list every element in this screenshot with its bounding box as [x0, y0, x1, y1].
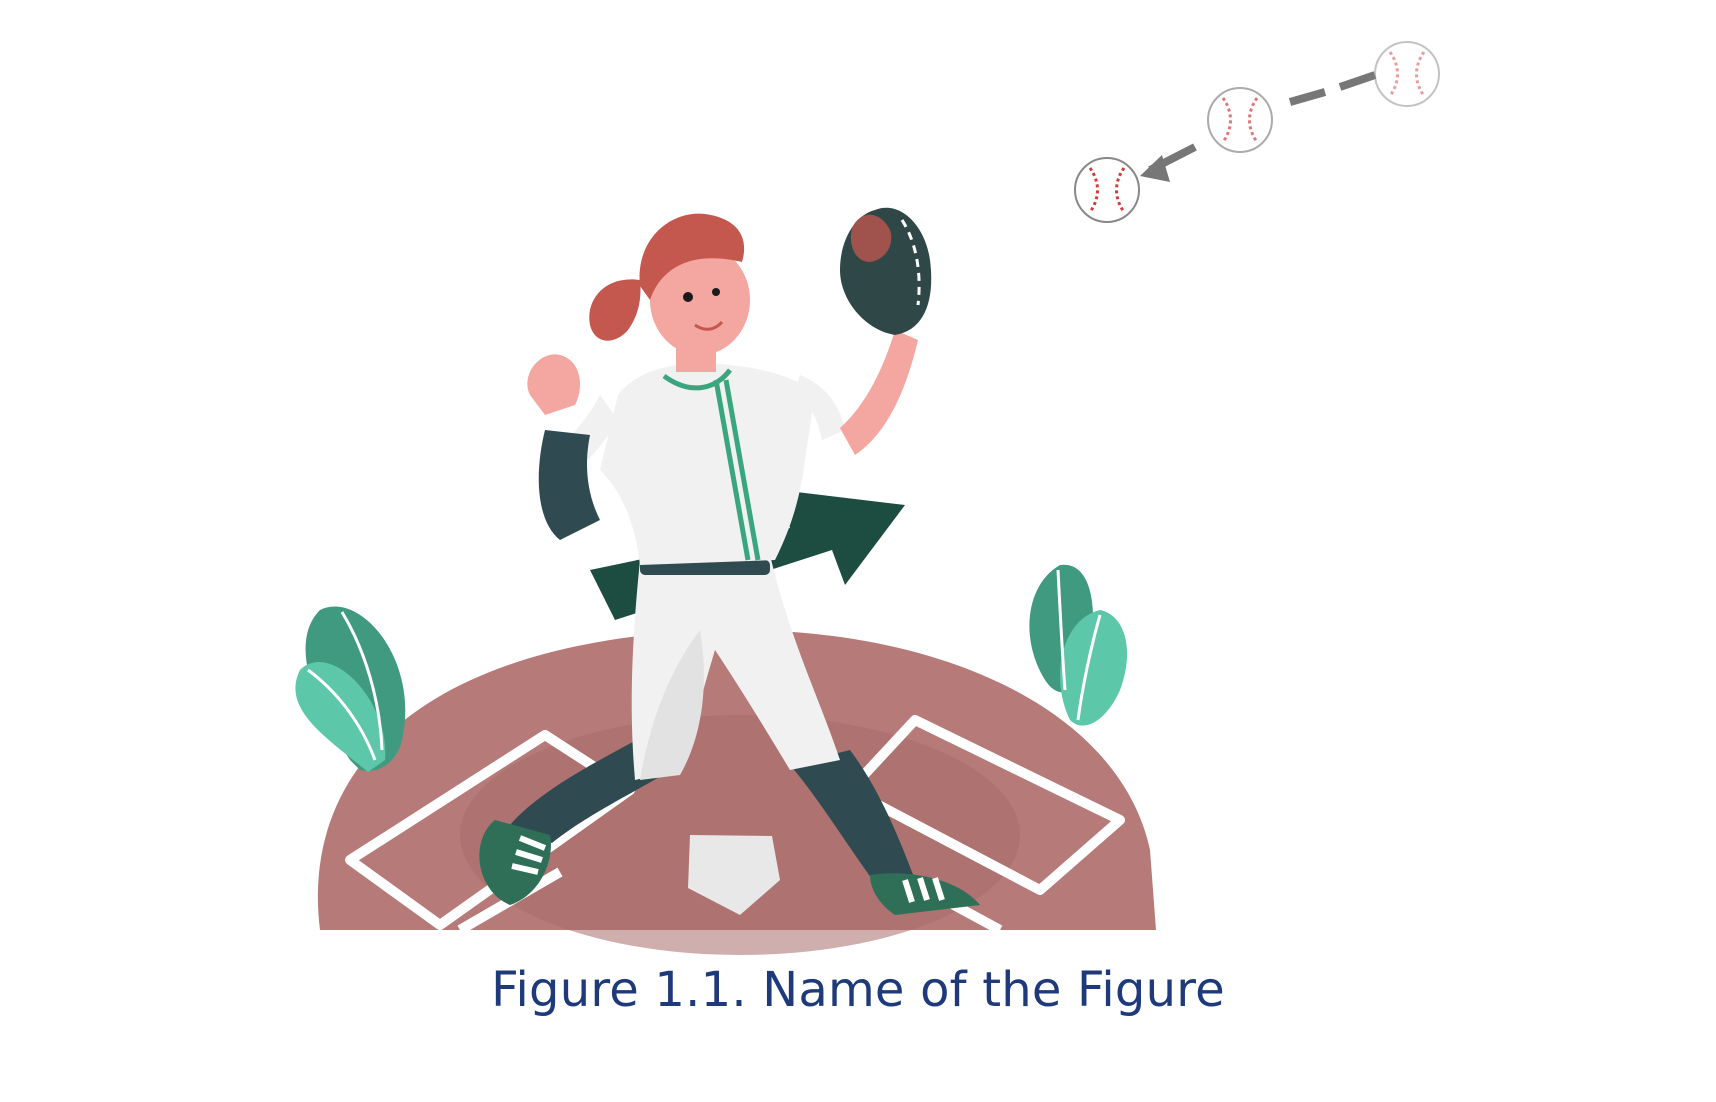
- left-plant: [295, 606, 406, 772]
- figure: Figure 1.1. Name of the Figure: [0, 0, 1716, 1102]
- baseball-icon: [1207, 87, 1273, 153]
- baseball-icon: [1374, 41, 1440, 107]
- baseball-icon: [1074, 157, 1140, 223]
- right-plant: [1029, 564, 1128, 726]
- baseball-player-illustration: [295, 41, 1440, 955]
- figure-caption: Figure 1.1. Name of the Figure: [491, 962, 1225, 1018]
